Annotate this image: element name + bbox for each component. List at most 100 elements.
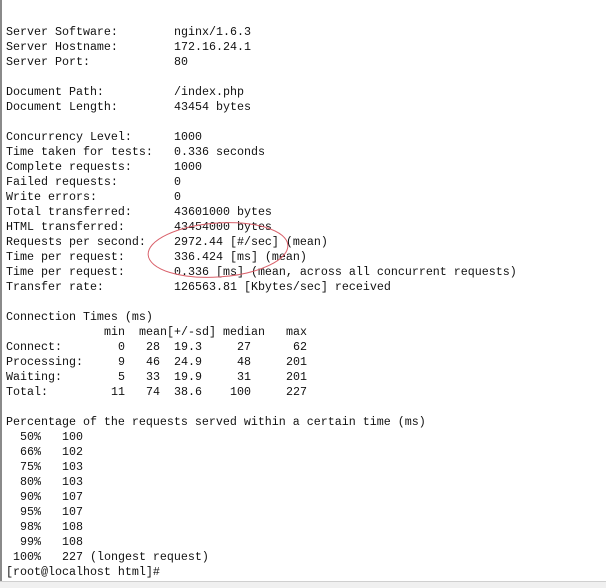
percentile-value: 102 [62,445,83,459]
summary-row: Server Hostname: 172.16.24.1 [6,40,602,55]
summary-value: 0 [174,175,181,189]
summary-label: Document Length: [6,100,118,114]
summary-label: Transfer rate: [6,280,104,294]
percentile-label: 80% [20,475,41,489]
row-label: Waiting: [6,370,62,384]
cell-median: 27 [237,340,251,354]
summary-row: Failed requests: 0 [6,175,602,190]
summary-value: 0 [174,190,181,204]
section-title: Connection Times (ms) [6,310,153,324]
terminal-window[interactable]: Server Software: nginx/1.6.3 Server Hostna… [0,0,606,581]
cell-max: 227 [286,385,307,399]
summary-label: Failed requests: [6,175,118,189]
section-title: Percentage of the requests served within… [6,415,426,429]
percentile-label: 99% [20,535,41,549]
percentile-value: 227 (longest request) [62,550,209,564]
shell-prompt[interactable]: [root@localhost html]# [6,565,602,580]
summary-row: Time per request: 0.336 [ms] (mean, acros… [6,265,602,280]
percentile-row: 100% 227 (longest request) [6,550,602,565]
percentile-row: 66% 102 [6,445,602,460]
cell-median: 48 [237,355,251,369]
cell-sd: 19.3 [174,340,202,354]
summary-value: 80 [174,55,188,69]
summary-label: Time taken for tests: [6,145,153,159]
status-bar [0,581,606,588]
percentile-value: 107 [62,490,83,504]
connection-times-row: Connect: 0 28 19.3 27 62 [6,340,602,355]
summary-value: /index.php [174,85,244,99]
percentile-row: 50% 100 [6,430,602,445]
summary-value: nginx/1.6.3 [174,25,251,39]
percentile-row: 80% 103 [6,475,602,490]
summary-row: Concurrency Level: 1000 [6,130,602,145]
summary-label: Total transferred: [6,205,132,219]
row-label: Connect: [6,340,62,354]
percentile-row: 95% 107 [6,505,602,520]
summary-row: Total transferred: 43601000 bytes [6,205,602,220]
cell-max: 62 [293,340,307,354]
header-max: max [286,325,307,339]
summary-value: 43454000 bytes [174,220,272,234]
summary-value: 172.16.24.1 [174,40,251,54]
summary-row: Document Path: /index.php [6,85,602,100]
percentile-value: 107 [62,505,83,519]
percentile-label: 100% [13,550,41,564]
cell-median: 100 [230,385,251,399]
percentile-label: 50% [20,430,41,444]
summary-label: Server Hostname: [6,40,118,54]
summary-label: Time per request: [6,265,125,279]
summary-label: Server Port: [6,55,90,69]
summary-row: Time per request: 336.424 [ms] (mean) [6,250,602,265]
percentile-row: 75% 103 [6,460,602,475]
connection-times-row: Waiting: 5 33 19.9 31 201 [6,370,602,385]
percentile-value: 103 [62,460,83,474]
summary-row: Complete requests: 1000 [6,160,602,175]
percentile-value: 108 [62,535,83,549]
summary-label: Write errors: [6,190,97,204]
percentile-row: 90% 107 [6,490,602,505]
cell-max: 201 [286,355,307,369]
percentile-label: 95% [20,505,41,519]
summary-row: Requests per second: 2972.44 [#/sec] (mea… [6,235,602,250]
connection-times-title: Connection Times (ms) [6,310,602,325]
summary-label: Server Software: [6,25,118,39]
summary-value: 0.336 [ms] (mean, across all concurrent … [174,265,517,279]
percentile-label: 75% [20,460,41,474]
summary-value: 1000 [174,130,202,144]
summary-row: Server Software: nginx/1.6.3 [6,25,602,40]
connection-times-row: Total: 11 74 38.6 100 227 [6,385,602,400]
prompt-text: [root@localhost html]# [6,565,160,579]
summary-label: Concurrency Level: [6,130,132,144]
summary-row: Document Length: 43454 bytes [6,100,602,115]
summary-value: 43601000 bytes [174,205,272,219]
summary-value: 1000 [174,160,202,174]
summary-value: 336.424 [ms] (mean) [174,250,307,264]
summary-value: 2972.44 [#/sec] (mean) [174,235,328,249]
cell-max: 201 [286,370,307,384]
percentile-row: 99% 108 [6,535,602,550]
summary-row: Server Port: 80 [6,55,602,70]
summary-label: Document Path: [6,85,104,99]
percentile-value: 108 [62,520,83,534]
summary-row: Transfer rate: 126563.81 [Kbytes/sec] rec… [6,280,602,295]
summary-row: Write errors: 0 [6,190,602,205]
connection-times-header: min mean[+/-sd] median max [6,325,602,340]
summary-label: Requests per second: [6,235,146,249]
cell-sd: 38.6 [174,385,202,399]
summary-row: Time taken for tests: 0.336 seconds [6,145,602,160]
percentile-label: 90% [20,490,41,504]
summary-label: Time per request: [6,250,125,264]
header-min: min [104,325,125,339]
cell-sd: 24.9 [174,355,202,369]
header-mean-sd: mean[+/-sd] [139,325,216,339]
percentile-value: 103 [62,475,83,489]
connection-times-row: Processing: 9 46 24.9 48 201 [6,355,602,370]
summary-row: HTML transferred: 43454000 bytes [6,220,602,235]
row-label: Total: [6,385,48,399]
cell-sd: 19.9 [174,370,202,384]
percentile-label: 98% [20,520,41,534]
summary-value: 126563.81 [Kbytes/sec] received [174,280,391,294]
cell-median: 31 [237,370,251,384]
summary-label: Complete requests: [6,160,132,174]
summary-value: 0.336 seconds [174,145,265,159]
